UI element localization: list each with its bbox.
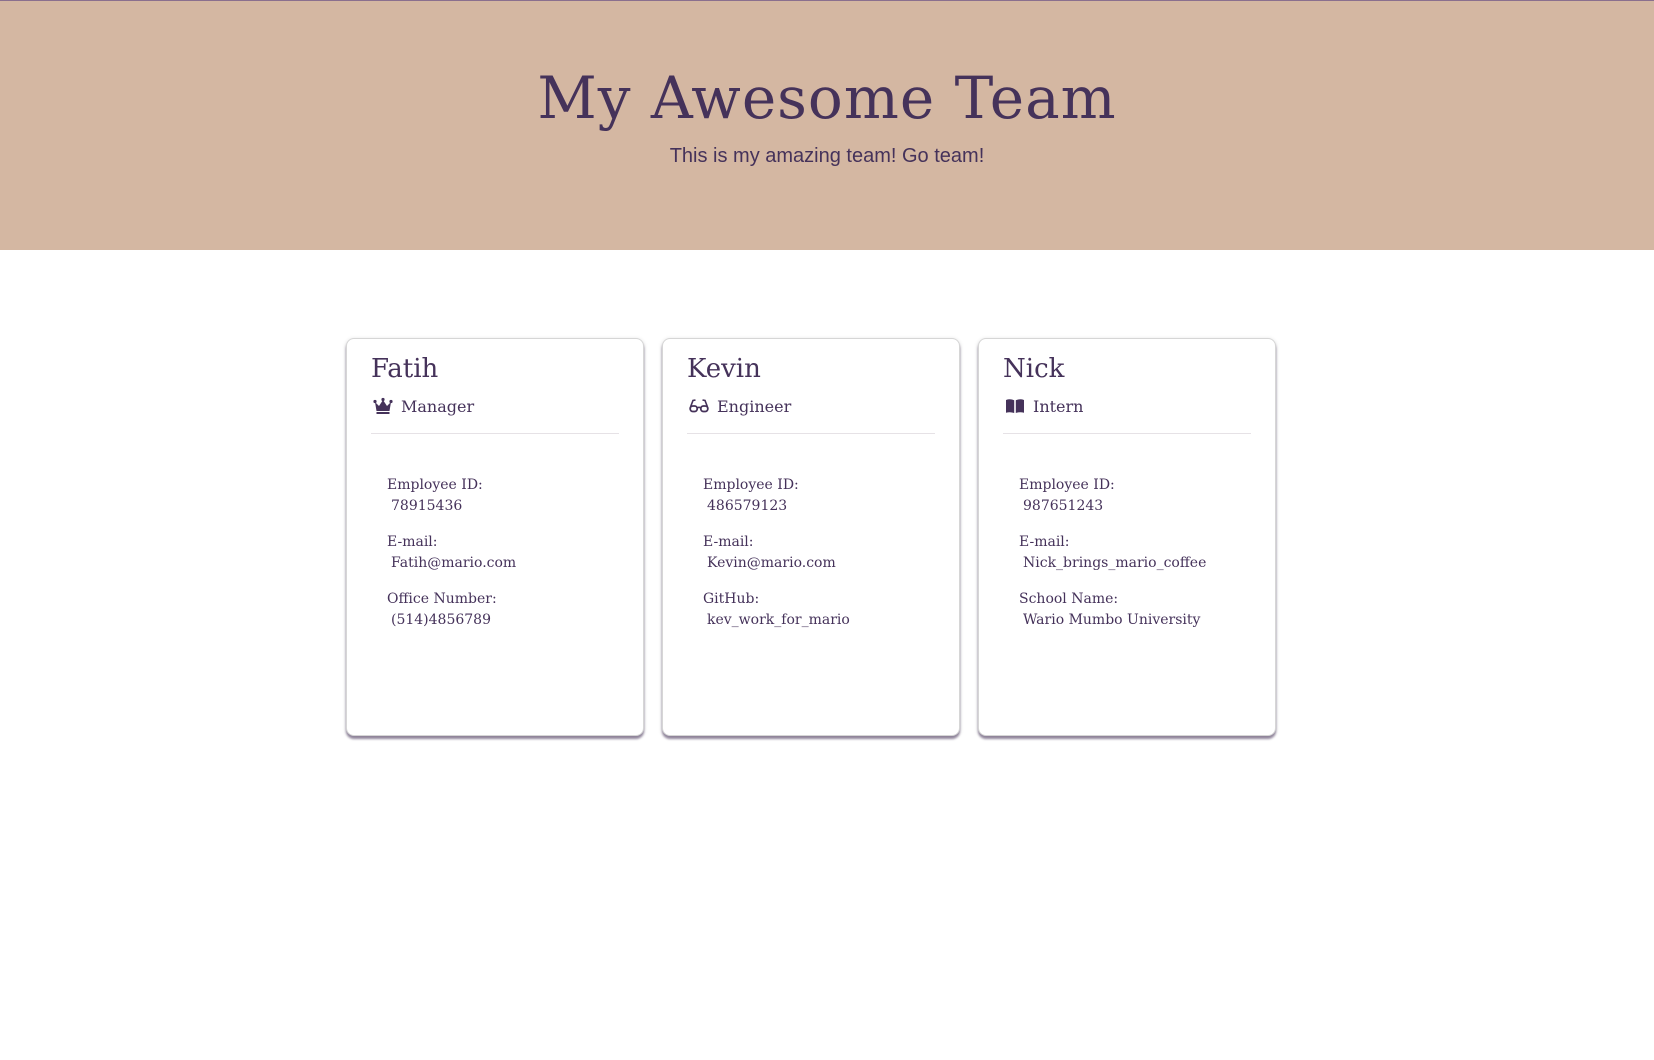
card-divider: [371, 433, 619, 434]
crown-icon: [373, 397, 393, 415]
detail-label: School Name:: [1019, 591, 1119, 607]
employee-role: Intern: [1005, 394, 1083, 418]
detail-office-number: Office Number: (514)4856789: [387, 589, 633, 631]
team-cards: Fatih Manager Employee ID: 78915436 E-ma…: [346, 338, 1308, 738]
employee-card-engineer: Kevin Engineer Employee ID: 486579123 E-…: [662, 338, 960, 736]
employee-role-label: Engineer: [717, 396, 792, 416]
detail-label: Employee ID:: [387, 477, 483, 493]
detail-employee-id: Employee ID: 486579123: [703, 475, 949, 517]
glasses-icon: [689, 397, 709, 415]
detail-github: GitHub: kev_work_for_mario: [703, 589, 949, 631]
employee-name: Fatih: [371, 354, 439, 384]
employee-details: Employee ID: 486579123 E-mail: Kevin@mar…: [703, 475, 949, 646]
detail-label: Office Number:: [387, 591, 497, 607]
employee-details: Employee ID: 78915436 E-mail: Fatih@mari…: [387, 475, 633, 646]
employee-details: Employee ID: 987651243 E-mail: Nick_brin…: [1019, 475, 1265, 646]
email-link[interactable]: Nick_brings_mario_coffee: [1019, 553, 1265, 574]
employee-role-label: Intern: [1033, 396, 1084, 416]
page-header: My Awesome Team This is my amazing team!…: [0, 0, 1654, 250]
page-subtitle: This is my amazing team! Go team!: [669, 145, 985, 167]
detail-value: 486579123: [707, 498, 788, 514]
card-divider: [687, 433, 935, 434]
email-link[interactable]: Fatih@mario.com: [387, 553, 633, 574]
employee-role-label: Manager: [401, 396, 475, 416]
detail-school: School Name: Wario Mumbo University: [1019, 589, 1265, 631]
employee-card-intern: Nick Intern Employee ID: 987651243 E-mai…: [978, 338, 1276, 736]
card-divider: [1003, 433, 1251, 434]
employee-role: Manager: [373, 394, 474, 418]
employee-role: Engineer: [689, 394, 791, 418]
detail-employee-id: Employee ID: 987651243: [1019, 475, 1265, 517]
detail-employee-id: Employee ID: 78915436: [387, 475, 633, 517]
email-link[interactable]: Kevin@mario.com: [703, 553, 949, 574]
page-title: My Awesome Team: [537, 64, 1117, 132]
detail-label: E-mail:: [703, 534, 754, 550]
detail-value: Wario Mumbo University: [1023, 612, 1201, 628]
detail-email: E-mail: Kevin@mario.com: [703, 532, 949, 574]
detail-label: Employee ID:: [703, 477, 799, 493]
book-icon: [1005, 397, 1025, 415]
employee-name: Nick: [1003, 354, 1065, 384]
detail-label: E-mail:: [1019, 534, 1070, 550]
detail-value: 987651243: [1023, 498, 1104, 514]
detail-label: E-mail:: [387, 534, 438, 550]
detail-value: (514)4856789: [391, 612, 491, 628]
detail-email: E-mail: Nick_brings_mario_coffee: [1019, 532, 1265, 574]
employee-name: Kevin: [687, 354, 761, 384]
detail-label: Employee ID:: [1019, 477, 1115, 493]
detail-label: GitHub:: [703, 591, 760, 607]
github-link[interactable]: kev_work_for_mario: [703, 610, 949, 631]
detail-email: E-mail: Fatih@mario.com: [387, 532, 633, 574]
detail-value: 78915436: [391, 498, 463, 514]
employee-card-manager: Fatih Manager Employee ID: 78915436 E-ma…: [346, 338, 644, 736]
